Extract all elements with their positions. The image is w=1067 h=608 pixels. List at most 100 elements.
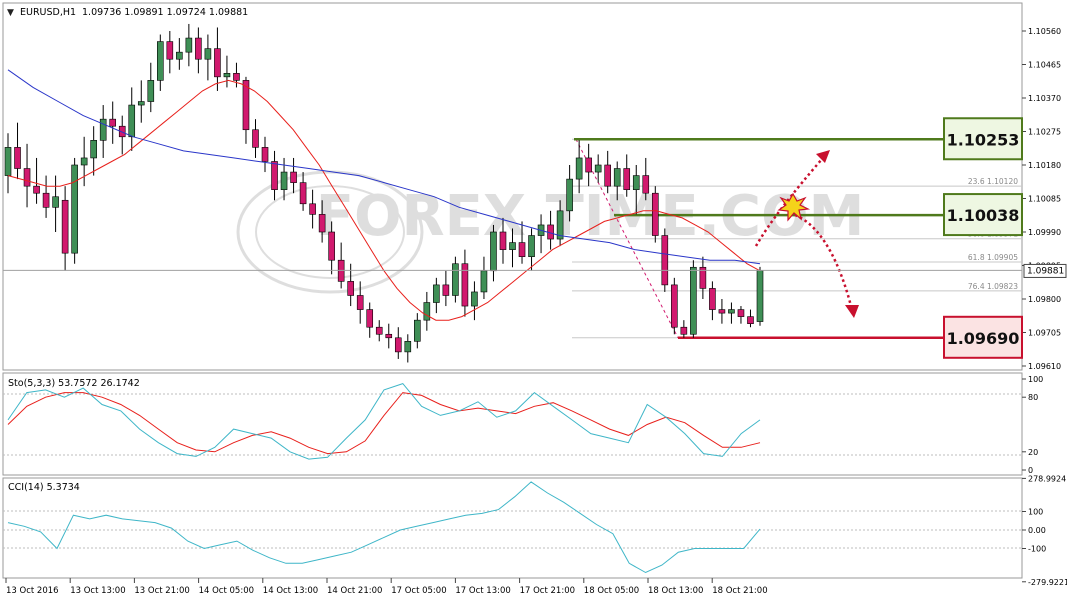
candle-body [328,231,335,261]
current-price-label: 1.09881 [1027,266,1064,276]
fib-level-label: 61.8 1.09905 [968,253,1018,262]
candle-body [661,235,669,286]
chart-canvas: FOREX TIME.COM 23.6 1.1012050.0 1.099716… [0,0,1067,604]
candle-body [280,171,288,190]
candle-body [575,157,583,180]
time-tick-label: 17 Oct 21:00 [520,586,575,596]
candle-body [709,288,716,310]
watermark-text: FOREX TIME.COM [316,184,865,249]
candle [452,256,459,303]
stoch-tick-label: 100 [1028,375,1043,384]
candle-body [71,164,78,254]
price-tick-label: 1.10370 [1028,94,1061,103]
price-tick-label: 1.09990 [1028,228,1061,237]
time-tick-label: 13 Oct 2016 [6,586,59,596]
stoch-tick-label: 20 [1028,448,1038,457]
candle-body [356,295,364,310]
candle-body [52,196,59,208]
price-tick-label: 1.10085 [1028,195,1061,204]
candle-body [375,326,383,335]
candle-body [756,270,764,322]
candle-body [433,284,440,303]
candle-body [404,341,412,353]
time-tick-label: 18 Oct 21:00 [712,586,767,596]
menu-arrow-icon[interactable]: ▼ [7,8,14,18]
time-tick-label: 13 Oct 13:00 [70,586,125,596]
price-tick-label: 1.10560 [1028,27,1061,36]
cci-tick-label: -100 [1028,545,1046,554]
candle-body [166,41,174,60]
candle-body [261,147,269,162]
level-price-label: 1.10038 [947,206,1020,225]
time-tick-label: 14 Oct 13:00 [263,586,318,596]
fib-level-label: 23.6 1.10120 [968,177,1018,186]
candle-body [137,101,145,106]
price-tick-label: 1.09705 [1028,329,1061,338]
candle-body [61,199,69,254]
price-tick-label: 1.10180 [1028,161,1061,170]
candle-body [737,309,745,317]
candle-body [671,284,678,328]
time-tick-label: 17 Oct 05:00 [391,586,446,596]
cci-tick-label: -279.9221 [1028,578,1067,587]
candle-body [642,175,650,194]
candle-body [385,333,393,339]
candle-body [613,168,621,187]
candle-body [42,192,50,208]
candle-body [442,284,450,296]
candle-body [99,118,107,141]
stoch-tick-label: 80 [1028,393,1038,402]
candle-body [414,319,421,342]
candle-body [594,164,602,173]
candle-body [33,185,40,194]
candle-body [728,309,735,314]
candle-body [233,73,240,81]
candle-body [195,37,202,60]
candle [671,277,678,335]
candle-body [528,235,535,257]
candle-body [499,231,507,250]
candle-body [309,203,316,215]
candle-body [480,270,488,293]
candle-body [299,182,307,205]
cci-tick-label: 0.00 [1028,526,1046,535]
candle-body [176,51,183,60]
candle-body [109,118,117,127]
fib-level-label: 76.4 1.09823 [968,282,1018,291]
candle-body [366,309,374,328]
candle-body [490,231,497,272]
price-tick-label: 1.10275 [1028,128,1061,137]
candle [756,266,764,326]
level-price-label: 1.09690 [947,329,1020,348]
candle-body [214,48,221,78]
candle-body [23,168,31,187]
candle-body [128,104,136,138]
symbol-label: EURUSD,H1 [20,7,76,18]
candle-body [90,140,97,159]
candle [690,260,697,338]
candle-body [394,337,402,353]
candle-body [147,80,155,102]
candle-body [223,73,231,78]
candle [71,157,78,264]
cci-tick-label: 278.9924 [1028,474,1066,483]
candle-body [252,129,259,148]
ohlc-readout: 1.09736 1.09891 1.09724 1.09881 [82,7,248,18]
candle-body [509,242,516,250]
stochastic-title: Sto(5,3,3) 53.7572 26.1742 [8,378,140,389]
price-tick-label: 1.09800 [1028,295,1061,304]
time-tick-label: 18 Oct 13:00 [648,586,703,596]
price-tick-label: 1.09610 [1028,362,1061,371]
candle [651,186,659,243]
candle-body [204,48,212,60]
price-tick-label: 1.10465 [1028,61,1061,70]
candle-body [585,157,592,173]
candle-body [318,214,326,233]
candle-body [185,37,193,53]
time-tick-label: 18 Oct 05:00 [584,586,639,596]
candle-body [290,171,297,183]
candle-body [80,157,88,166]
candle-body [651,192,659,236]
candle-body [4,147,12,176]
candle [661,228,669,292]
